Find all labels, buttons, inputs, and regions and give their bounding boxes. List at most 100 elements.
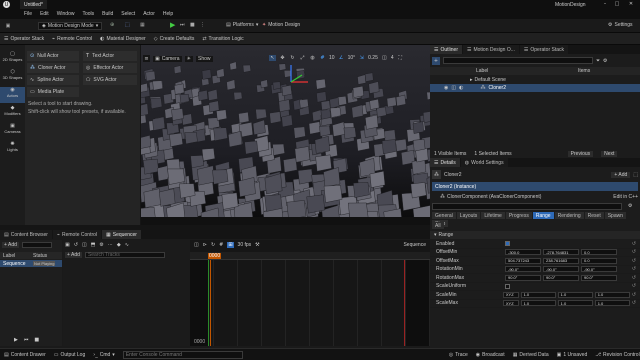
add-track-button[interactable]: + Add	[65, 252, 82, 258]
property-value-field[interactable]: -90.0°	[505, 266, 541, 273]
loop-icon[interactable]: ↻	[211, 242, 215, 248]
maximize-viewport-icon[interactable]: ⛶	[397, 55, 404, 61]
rewind-icon[interactable]: ⏮	[24, 337, 29, 343]
property-value-field[interactable]: -278.764831	[543, 249, 579, 256]
cmd-dropdown[interactable]: ›_ Cmd ▾	[93, 352, 115, 358]
category-modifiers[interactable]: ◆ Modifiers	[0, 105, 25, 121]
details-search[interactable]	[432, 203, 622, 210]
property-value-field[interactable]: 1.0	[557, 291, 593, 298]
add-actor-icon[interactable]: ⊕	[110, 22, 114, 28]
derived-data-button[interactable]: ▦ Derived Data	[513, 352, 549, 358]
menu-file[interactable]: File	[24, 11, 32, 17]
property-value-field[interactable]: 238.761683	[543, 257, 579, 264]
grid-snap-value[interactable]: 10	[329, 55, 335, 61]
null-actor-tool[interactable]: ⊙ Null Actor	[27, 51, 79, 61]
add-icon[interactable]: +	[432, 56, 440, 65]
outliner-row-cloner2[interactable]: ◉ ◫ ◐ ⁂ Cloner2	[430, 84, 640, 92]
scale-snap-value[interactable]: 0.25	[368, 55, 378, 61]
save-icon[interactable]: ▣	[65, 242, 70, 248]
cat-all[interactable]: All	[432, 222, 444, 229]
menu-window[interactable]: Window	[57, 11, 75, 17]
property-value-field[interactable]: -90.0°	[543, 266, 579, 273]
revision-control-button[interactable]: ⎇ Revision Control	[595, 352, 639, 358]
stop-icon[interactable]: ■	[190, 22, 195, 28]
select-mode-icon[interactable]: ↖	[269, 55, 276, 61]
hamburger-icon[interactable]: ≡	[143, 55, 150, 62]
content-drawer-button[interactable]: ▤ Content Drawer	[4, 352, 46, 358]
property-value-field[interactable]: 1.0	[520, 291, 556, 298]
show-button[interactable]: Show	[196, 55, 213, 62]
sequence-search[interactable]	[21, 242, 52, 248]
create-defaults-button[interactable]: ◇ Create Defaults	[154, 36, 195, 42]
rotate-mode-icon[interactable]: ↻	[289, 55, 296, 61]
output-log-button[interactable]: ▭ Output Log	[54, 352, 85, 358]
fps-dropdown[interactable]: 30 fps	[238, 242, 252, 248]
snap-active-icon[interactable]: ⊞	[227, 242, 234, 248]
cat-rendering[interactable]: Rendering	[554, 212, 584, 219]
property-value-field[interactable]: XYZ	[502, 291, 519, 298]
range-section-header[interactable]: ▾ Range	[430, 231, 640, 239]
save-icon[interactable]: ▣	[4, 22, 12, 30]
items-column-header[interactable]: Items	[578, 68, 590, 74]
menu-edit[interactable]: Edit	[40, 11, 49, 17]
reset-icon[interactable]: ↺	[632, 241, 636, 247]
component-instance-row[interactable]: Cloner2 (Instance)	[432, 182, 638, 191]
more-icon[interactable]: ⋮	[200, 22, 205, 28]
blueprint-icon[interactable]: ⬚	[125, 22, 130, 28]
grid-snap-icon[interactable]: #	[319, 55, 326, 61]
add-sequence-button[interactable]: + Add	[2, 242, 19, 248]
unsaved-button[interactable]: ▣ 1 Unsaved	[557, 352, 588, 358]
grid-icon[interactable]: #	[219, 242, 223, 248]
gear-icon[interactable]: ⚙	[628, 203, 632, 209]
svg-actor-tool[interactable]: ⬠ SVG Actor	[83, 75, 137, 85]
scale-snap-icon[interactable]: ⇲	[358, 55, 365, 61]
menu-actor[interactable]: Actor	[143, 11, 155, 17]
property-checkbox[interactable]	[505, 241, 510, 247]
timeline[interactable]: ◫ ⊳ ↻ # ⊞ 30 fps ⚒ Sequence 0000 0000	[190, 240, 430, 346]
trace-button[interactable]: ◎ Trace	[449, 352, 468, 358]
angle-snap-value[interactable]: 10°	[348, 55, 356, 61]
stop-icon[interactable]: ■	[34, 337, 39, 343]
tab-content-browser[interactable]: ▤ Content Browser	[0, 230, 52, 239]
tab-operator-stack[interactable]: ☰ Operator Stack	[519, 45, 569, 54]
sequence-row[interactable]: Sequence Not Playing	[0, 260, 62, 267]
category-2d-shapes[interactable]: ▢ 2D Shapes	[0, 51, 25, 67]
category-cameras[interactable]: ▣ Cameras	[0, 123, 25, 139]
settings-icon[interactable]: ⚙	[99, 242, 103, 248]
menu-select[interactable]: Select	[121, 11, 135, 17]
component-row[interactable]: ⁂ ClonerComponent (AvaClonerComponent) E…	[432, 192, 638, 201]
camera-speed-icon[interactable]: ◫	[381, 55, 388, 61]
snap-icon[interactable]: ⋯	[108, 242, 113, 248]
mode-dropdown[interactable]: ◈ Motion Design Mode ▾	[38, 22, 103, 30]
blueprint-icon[interactable]: ⬚	[633, 172, 638, 178]
property-value-field[interactable]: 90.0°	[543, 274, 579, 281]
sequence-breadcrumb[interactable]: Sequence	[403, 242, 426, 248]
reset-icon[interactable]: ↺	[632, 292, 636, 298]
category-lights[interactable]: ✺ Lights	[0, 141, 25, 157]
lock-icon[interactable]: ◫	[451, 85, 456, 91]
keyframe-icon[interactable]: ◆	[117, 242, 121, 248]
cat-general[interactable]: General	[432, 212, 456, 219]
console-input[interactable]: Enter Console Command	[122, 350, 243, 359]
property-value-field[interactable]: 90.0°	[581, 274, 617, 281]
settings-button[interactable]: ⚙ Settings	[608, 22, 633, 28]
spline-actor-tool[interactable]: ∿ Spline Actor	[27, 75, 79, 85]
media-plate-tool[interactable]: ▭ Media Plate	[27, 87, 79, 97]
angle-snap-icon[interactable]: ∠	[338, 55, 345, 61]
menu-tools[interactable]: Tools	[82, 11, 94, 17]
camera-button[interactable]: ▣ Camera	[153, 55, 182, 62]
status-column[interactable]: Status	[33, 253, 47, 259]
cat-spawn[interactable]: Spawn	[604, 212, 627, 219]
cinematics-icon[interactable]: ▦	[140, 22, 145, 28]
minimize-icon[interactable]: –	[600, 1, 610, 7]
motion-design-button[interactable]: ✦ Motion Design	[262, 22, 300, 28]
menu-help[interactable]: Help	[163, 11, 173, 17]
property-value-field[interactable]: 1.0	[594, 300, 630, 307]
level-tab[interactable]: Untitled*	[20, 0, 47, 9]
tab-world-settings[interactable]: ◍ World Settings	[460, 158, 508, 167]
operator-stack-button[interactable]: ☰ Operator Stack	[4, 36, 44, 42]
reset-icon[interactable]: ↺	[632, 266, 636, 272]
add-component-button[interactable]: + Add	[611, 171, 631, 178]
close-icon[interactable]: ✕	[626, 1, 636, 7]
maximize-icon[interactable]: □	[612, 1, 622, 7]
